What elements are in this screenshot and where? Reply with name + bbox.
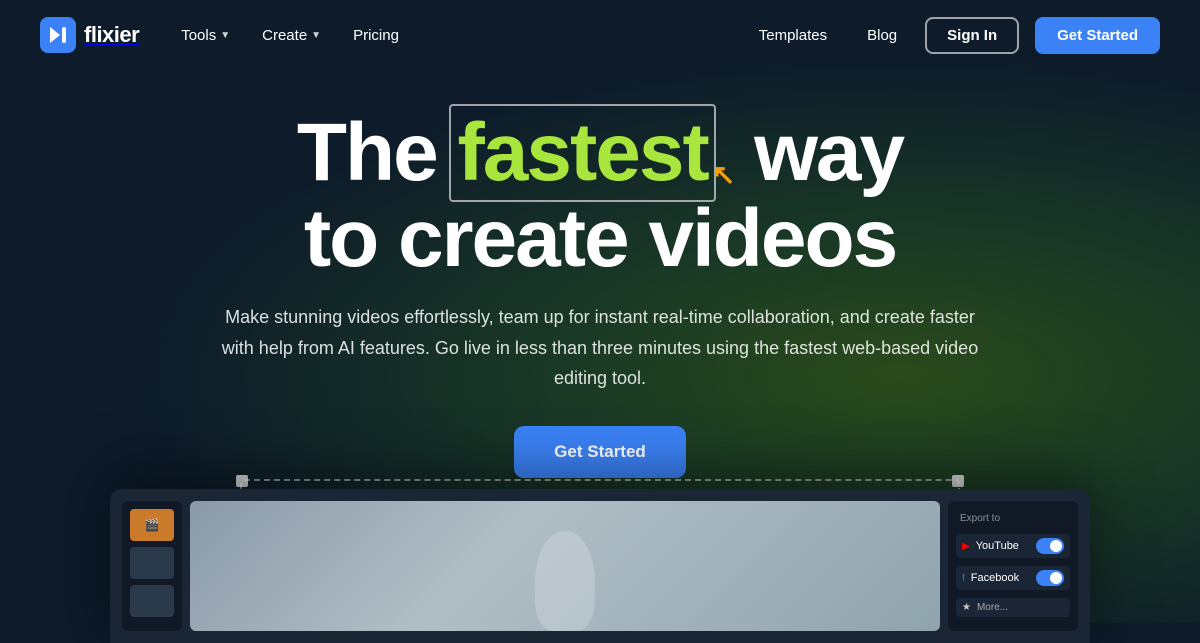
panel-platform-youtube: ▶ YouTube <box>962 540 1019 552</box>
nav-item-pricing[interactable]: Pricing <box>341 21 411 50</box>
editor-inner: 🎬 Export to ▶ YouTube <box>122 501 1078 631</box>
create-chevron-icon: ▼ <box>311 30 321 41</box>
sidebar-thumb-2 <box>130 547 174 579</box>
hero-title-post: way <box>733 107 903 198</box>
hero-fastest-word: fastest <box>457 110 707 196</box>
video-placeholder <box>190 501 940 631</box>
editor-panel: Export to ▶ YouTube f Facebook <box>948 501 1078 631</box>
youtube-toggle[interactable] <box>1036 538 1064 554</box>
logo-icon <box>40 17 76 53</box>
signin-button[interactable]: Sign In <box>925 17 1019 54</box>
editor-mockup: 🎬 Export to ▶ YouTube <box>110 489 1090 643</box>
nav-item-templates[interactable]: Templates <box>747 21 839 50</box>
panel-platform-facebook: f Facebook <box>962 572 1019 584</box>
panel-title: Export to <box>956 511 1070 526</box>
logo-text: flixier <box>84 22 139 48</box>
nav-blog-label: Blog <box>867 27 897 44</box>
person-silhouette <box>535 531 595 631</box>
panel-row-facebook: f Facebook <box>956 566 1070 590</box>
editor-main-video <box>190 501 940 631</box>
hero-title-pre: The <box>297 107 458 198</box>
sidebar-thumb-3 <box>130 585 174 617</box>
extra-icon: ★ <box>962 602 971 613</box>
get-started-hero-button[interactable]: Get Started <box>514 426 686 478</box>
hero-title-line2: to create videos <box>20 196 1180 282</box>
nav-left: flixier Tools ▼ Create ▼ Pricing <box>40 17 411 53</box>
facebook-toggle[interactable] <box>1036 570 1064 586</box>
nav-create-label: Create <box>262 27 307 44</box>
panel-row-youtube: ▶ YouTube <box>956 534 1070 558</box>
editor-sidebar: 🎬 <box>122 501 182 631</box>
nav-item-create[interactable]: Create ▼ <box>250 21 333 50</box>
get-started-nav-button[interactable]: Get Started <box>1035 17 1160 54</box>
hero-title: The fastest↖ way to create videos <box>20 110 1180 282</box>
youtube-icon: ▶ <box>962 541 970 552</box>
editor-window: 🎬 Export to ▶ YouTube <box>110 489 1090 643</box>
logo[interactable]: flixier <box>40 17 139 53</box>
tools-chevron-icon: ▼ <box>220 30 230 41</box>
nav-templates-label: Templates <box>759 27 827 44</box>
navbar: flixier Tools ▼ Create ▼ Pricing Templat… <box>0 0 1200 70</box>
nav-pricing-label: Pricing <box>353 27 399 44</box>
youtube-label: YouTube <box>976 540 1019 552</box>
folder-icon: 🎬 <box>145 518 160 532</box>
panel-platform-extra: ★ More... <box>962 602 1008 613</box>
hero-subtitle: Make stunning videos effortlessly, team … <box>220 302 980 394</box>
panel-row-extra: ★ More... <box>956 598 1070 617</box>
hero-section: The fastest↖ way to create videos Make s… <box>0 70 1200 507</box>
nav-tools-label: Tools <box>181 27 216 44</box>
nav-items: Tools ▼ Create ▼ Pricing <box>169 21 411 50</box>
nav-item-tools[interactable]: Tools ▼ <box>169 21 242 50</box>
facebook-label: Facebook <box>971 572 1019 584</box>
nav-item-blog[interactable]: Blog <box>855 21 909 50</box>
hero-title-line1: The fastest↖ way <box>20 110 1180 196</box>
cursor-icon: ↖ <box>712 160 733 189</box>
facebook-icon: f <box>962 573 965 584</box>
extra-label: More... <box>977 602 1008 613</box>
fastest-text: fastest <box>457 107 707 198</box>
nav-right: Templates Blog Sign In Get Started <box>747 17 1160 54</box>
sidebar-thumbnail: 🎬 <box>130 509 174 541</box>
